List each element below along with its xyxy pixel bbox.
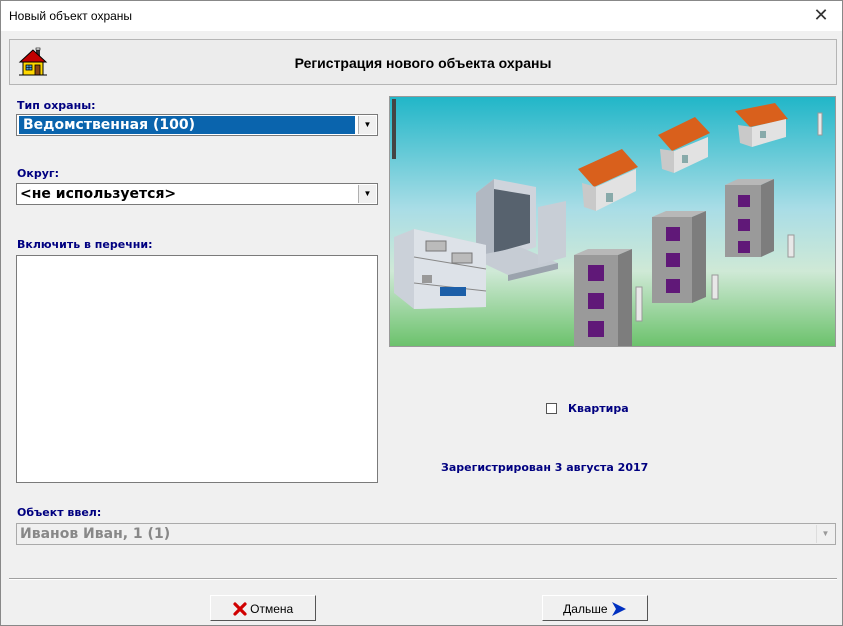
chevron-down-icon: ▼ <box>816 525 834 543</box>
divider <box>9 578 837 580</box>
page-title: Регистрация нового объекта охраны <box>294 55 552 71</box>
guard-type-value: Ведомственная (100) <box>19 116 355 134</box>
tower-3 <box>725 179 774 257</box>
district-label: Округ: <box>17 167 60 180</box>
next-button-label: Дальше <box>563 602 608 616</box>
window-title: Новый объект охраны <box>9 9 133 23</box>
include-lists-listbox[interactable] <box>16 255 378 483</box>
include-lists-label: Включить в перечни: <box>17 238 153 251</box>
red-x-icon <box>233 602 247 616</box>
chevron-down-icon[interactable]: ▼ <box>358 185 376 203</box>
district-select[interactable]: <не используется> ▼ <box>16 183 378 205</box>
title-bar: Новый объект охраны ✕ <box>1 1 842 31</box>
chevron-down-icon[interactable]: ▼ <box>358 116 376 134</box>
blue-arrow-right-icon <box>611 602 626 616</box>
tower-1 <box>574 249 632 346</box>
entered-by-label: Объект ввел: <box>17 506 102 519</box>
registration-status: Зарегистрирован 3 августа 2017 <box>441 461 649 474</box>
security-network-illustration <box>389 96 836 347</box>
illustration-graphic <box>390 97 835 346</box>
guard-type-label: Тип охраны: <box>17 99 96 112</box>
cancel-button[interactable]: Отмена <box>210 595 316 621</box>
guard-type-select[interactable]: Ведомственная (100) ▼ <box>16 114 378 136</box>
entered-by-select: Иванов Иван, 1 (1) ▼ <box>16 523 836 545</box>
header-panel: Регистрация нового объекта охраны <box>9 39 837 85</box>
dialog-window: Новый объект охраны ✕ Регистрация нового… <box>0 0 843 626</box>
close-button[interactable]: ✕ <box>800 1 842 31</box>
tower-2 <box>652 211 706 303</box>
next-button[interactable]: Дальше <box>542 595 648 621</box>
entered-by-value: Иванов Иван, 1 (1) <box>20 526 171 542</box>
apartment-checkbox-label[interactable]: Квартира <box>568 402 629 415</box>
district-value: <не используется> <box>20 186 177 202</box>
apartment-checkbox[interactable] <box>546 403 557 414</box>
cancel-button-label: Отмена <box>250 601 294 616</box>
